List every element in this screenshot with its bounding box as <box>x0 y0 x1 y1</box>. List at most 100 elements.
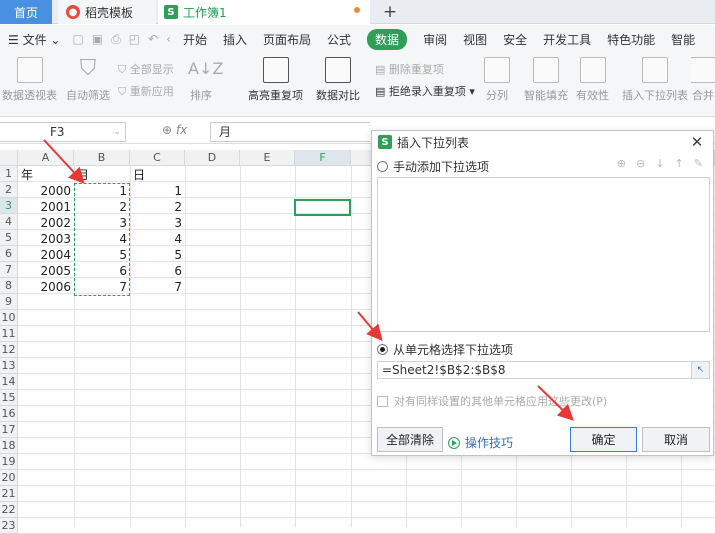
cell-year[interactable]: 2006 <box>18 279 74 295</box>
delete-item-icon[interactable]: ⊖ <box>636 157 645 170</box>
row-header[interactable]: 20 <box>0 470 18 486</box>
apply-all-box[interactable] <box>377 395 388 407</box>
row-header[interactable]: 21 <box>0 486 18 502</box>
row-header[interactable]: 15 <box>0 390 18 406</box>
cell-day[interactable]: 6 <box>130 263 185 279</box>
ok-button[interactable]: 确定 <box>570 427 637 452</box>
row-header[interactable]: 18 <box>0 438 18 454</box>
row-header[interactable]: 9 <box>0 294 18 310</box>
cell-b1[interactable]: 月 <box>74 167 130 183</box>
select-all-corner[interactable] <box>0 150 18 166</box>
row-header[interactable]: 5 <box>0 230 18 246</box>
row-header[interactable]: 17 <box>0 422 18 438</box>
col-header-b[interactable]: B <box>74 150 130 166</box>
row-header[interactable]: 22 <box>0 502 18 518</box>
menu-start[interactable]: 开始 <box>183 31 207 48</box>
merge-button[interactable]: 合并 <box>691 57 715 103</box>
showall-button[interactable]: ⛉ 全部显示 <box>118 61 174 77</box>
row-header[interactable]: 7 <box>0 262 18 278</box>
cell-a1[interactable]: 年 <box>18 167 74 183</box>
row-header[interactable]: 19 <box>0 454 18 470</box>
fx-icon[interactable]: fx <box>176 123 187 137</box>
row-header[interactable]: 2 <box>0 182 18 198</box>
pivot-button[interactable]: 数据透视表 <box>2 57 57 103</box>
new-tab-icon[interactable]: + <box>380 0 400 24</box>
cell-year[interactable]: 2004 <box>18 247 74 263</box>
menu-security[interactable]: 安全 <box>503 31 527 48</box>
col-header-a[interactable]: A <box>18 150 74 166</box>
file-menu[interactable]: ☰ 文件 ⌄ <box>8 31 60 48</box>
zoom-icon[interactable]: ⊕ <box>162 123 176 137</box>
active-cell-f3[interactable] <box>294 199 351 216</box>
tab-daoke[interactable]: ● 稻壳模板 <box>58 0 156 24</box>
cell-c1[interactable]: 日 <box>130 167 185 183</box>
cell-year[interactable]: 2001 <box>18 199 74 215</box>
close-icon[interactable]: ✕ <box>689 133 705 151</box>
save-icon[interactable]: ▢ <box>72 32 83 46</box>
highlight-dup-button[interactable]: 高亮重复项 <box>248 57 303 103</box>
cancel-button[interactable]: 取消 <box>642 427 710 452</box>
col-header-d[interactable]: D <box>185 150 240 166</box>
menu-formula[interactable]: 公式 <box>327 31 351 48</box>
redo-icon[interactable]: ‹ <box>166 32 171 46</box>
row-header[interactable]: 14 <box>0 374 18 390</box>
col-header-f[interactable]: F <box>295 150 351 166</box>
add-item-icon[interactable]: ⊕ <box>617 157 626 170</box>
tab-workbook[interactable]: S 工作簿1 <box>158 0 370 24</box>
menu-data[interactable]: 数据 <box>367 28 408 50</box>
chevron-down-icon[interactable]: ⌄ <box>113 127 121 137</box>
name-box[interactable]: F3 ⌄ <box>0 122 126 142</box>
apply-all-checkbox[interactable]: 对有同样设置的其他单元格应用这些更改(P) <box>377 393 607 409</box>
row-header[interactable]: 4 <box>0 214 18 230</box>
menu-features[interactable]: 特色功能 <box>607 31 655 48</box>
menu-page-layout[interactable]: 页面布局 <box>263 31 311 48</box>
col-header-c[interactable]: C <box>130 150 185 166</box>
cell-day[interactable]: 1 <box>130 183 185 199</box>
radio-from-cells[interactable]: 从单元格选择下拉选项 <box>377 341 513 358</box>
row-header[interactable]: 3 <box>0 198 18 214</box>
remove-dup-button[interactable]: ▤ 删除重复项 <box>375 61 444 77</box>
print-icon[interactable]: ⎙ <box>111 32 121 47</box>
radio-manual[interactable]: 手动添加下拉选项 <box>377 158 489 175</box>
validity-button[interactable]: 有效性 <box>576 57 609 103</box>
formula-input[interactable]: 月 <box>210 122 370 142</box>
col-header-e[interactable]: E <box>240 150 295 166</box>
move-up-icon[interactable]: ↑ <box>675 157 684 170</box>
row-header[interactable]: 1 <box>0 166 18 182</box>
cell-day[interactable]: 4 <box>130 231 185 247</box>
move-down-icon[interactable]: ↓ <box>655 157 664 170</box>
row-header[interactable]: 16 <box>0 406 18 422</box>
cell-day[interactable]: 5 <box>130 247 185 263</box>
menu-developer[interactable]: 开发工具 <box>543 31 591 48</box>
sort-button[interactable]: A↓Z 排序 <box>188 57 223 103</box>
compare-button[interactable]: 数据对比 <box>316 57 360 103</box>
reapply-button[interactable]: ⛉ 重新应用 <box>118 83 174 99</box>
insert-dropdown-button[interactable]: 插入下拉列表 <box>622 57 688 103</box>
row-header[interactable]: 12 <box>0 342 18 358</box>
menu-insert[interactable]: 插入 <box>223 31 247 48</box>
smart-fill-button[interactable]: 智能填充 <box>524 57 568 103</box>
export-icon[interactable]: ▣ <box>92 32 103 46</box>
undo-icon[interactable]: ↶ <box>148 32 158 46</box>
cell-day[interactable]: 3 <box>130 215 185 231</box>
row-header[interactable]: 8 <box>0 278 18 294</box>
manual-options-list[interactable] <box>377 177 710 332</box>
cell-year[interactable]: 2000 <box>18 183 74 199</box>
tab-home[interactable]: 首页 <box>0 0 52 24</box>
cell-year[interactable]: 2002 <box>18 215 74 231</box>
row-header[interactable]: 6 <box>0 246 18 262</box>
menu-smart[interactable]: 智能 <box>671 31 695 48</box>
cell-day[interactable]: 7 <box>130 279 185 295</box>
range-select-icon[interactable]: ↖ <box>691 362 709 378</box>
autofilter-button[interactable]: ⛉ 自动筛选 <box>66 57 110 103</box>
cell-year[interactable]: 2003 <box>18 231 74 247</box>
menu-view[interactable]: 视图 <box>463 31 487 48</box>
edit-item-icon[interactable]: ✎ <box>694 157 703 170</box>
row-header[interactable]: 23 <box>0 518 18 534</box>
reject-dup-button[interactable]: ▤ 拒绝录入重复项 ▾ <box>375 83 475 99</box>
cell-year[interactable]: 2005 <box>18 263 74 279</box>
radio-from-cells-circle[interactable] <box>377 344 388 355</box>
row-header[interactable]: 11 <box>0 326 18 342</box>
clear-all-button[interactable]: 全部清除 <box>377 427 443 452</box>
tips-link[interactable]: 操作技巧 <box>448 434 513 451</box>
